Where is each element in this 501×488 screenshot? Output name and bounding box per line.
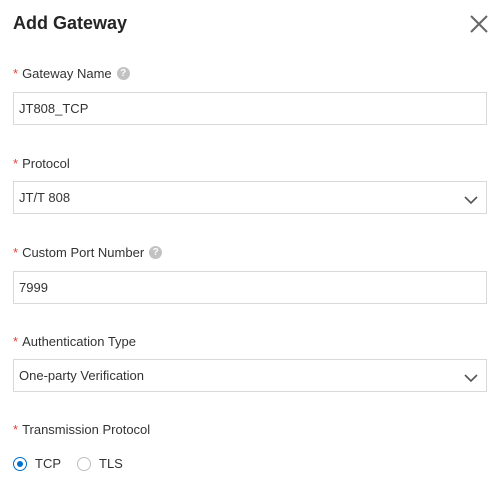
radio-tls-label: TLS [99,456,123,471]
protocol-select[interactable]: JT/T 808 [13,181,487,214]
custom-port-label: * Custom Port Number ? [13,245,163,260]
required-mark: * [13,156,19,171]
chevron-down-icon[interactable] [464,192,478,210]
gateway-name-label: * Gateway Name ? [13,66,130,81]
required-mark: * [13,334,19,349]
protocol-label-text: Protocol [22,156,70,171]
required-mark: * [13,422,19,437]
radio-tcp-label: TCP [35,456,61,471]
auth-type-select[interactable]: One-party Verification [13,359,487,392]
dialog-title: Add Gateway [13,13,128,33]
required-mark: * [13,245,19,260]
auth-type-selected-value: One-party Verification [19,368,145,383]
auth-type-label-text: Authentication Type [22,334,137,349]
protocol-selected-value: JT/T 808 [19,190,71,205]
auth-type-label: * Authentication Type [13,334,136,349]
chevron-down-icon[interactable] [464,370,478,388]
custom-port-label-text: Custom Port Number [22,245,145,260]
protocol-label: * Protocol [13,156,70,171]
gateway-name-field[interactable] [13,92,487,125]
close-icon[interactable] [468,13,490,35]
transmission-label: * Transmission Protocol [13,422,150,437]
radio-dot[interactable] [77,456,91,471]
help-icon[interactable]: ? [149,246,163,259]
required-mark: * [13,66,19,81]
transmission-label-text: Transmission Protocol [22,422,151,437]
custom-port-input[interactable] [14,272,459,303]
gateway-name-label-text: Gateway Name [22,66,112,81]
help-icon[interactable]: ? [116,67,130,80]
radio-tls[interactable]: TLS [77,456,123,471]
transmission-radio-group: TCP TLS [13,456,139,471]
radio-dot-checked[interactable] [13,456,27,471]
custom-port-field[interactable] [13,271,487,304]
add-gateway-dialog: Add Gateway * Gateway Name ? * Protocol … [0,0,501,488]
radio-tcp[interactable]: TCP [13,456,61,471]
gateway-name-input[interactable] [14,93,459,124]
